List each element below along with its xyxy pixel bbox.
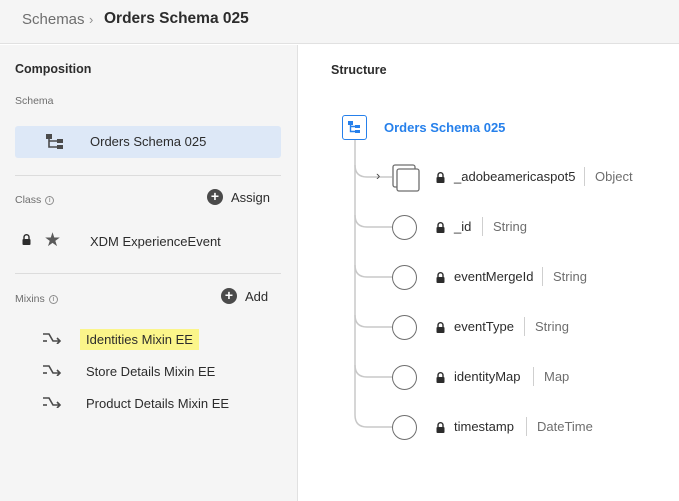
chevron-right-icon[interactable]: ›	[376, 168, 380, 183]
lock-icon	[436, 372, 445, 383]
field-name: eventType	[454, 319, 514, 334]
lock-icon	[436, 422, 445, 433]
field-row[interactable]: eventType String	[392, 315, 672, 341]
lock-icon	[436, 322, 445, 333]
lock-icon	[436, 272, 445, 283]
field-name: timestamp	[454, 419, 514, 434]
field-row[interactable]: _id String	[392, 215, 672, 241]
field-type: String	[524, 317, 569, 336]
field-row[interactable]: eventMergeId String	[392, 265, 672, 291]
field-circle-icon	[392, 415, 417, 440]
field-type: Map	[533, 367, 569, 386]
field-name: _id	[454, 219, 472, 234]
field-row[interactable]: identityMap Map	[392, 365, 672, 391]
field-circle-icon	[392, 265, 417, 290]
schema-tree-icon	[348, 121, 360, 133]
field-circle-icon	[392, 365, 417, 390]
lock-icon	[436, 172, 445, 183]
lock-icon	[436, 222, 445, 233]
field-type: String	[542, 267, 587, 286]
schema-root-icon	[342, 115, 367, 140]
field-circle-icon	[392, 215, 417, 240]
field-circle-icon	[392, 315, 417, 340]
field-row[interactable]: _adobeamericaspot5 Object	[392, 165, 672, 191]
schema-root-label[interactable]: Orders Schema 025	[384, 120, 505, 135]
field-name: identityMap	[454, 369, 521, 384]
field-type: Object	[584, 167, 633, 186]
field-row[interactable]: timestamp DateTime	[392, 415, 672, 441]
field-name: _adobeamericaspot5	[454, 169, 576, 184]
field-type: DateTime	[526, 417, 593, 436]
field-type: String	[482, 217, 527, 236]
field-name: eventMergeId	[454, 269, 534, 284]
